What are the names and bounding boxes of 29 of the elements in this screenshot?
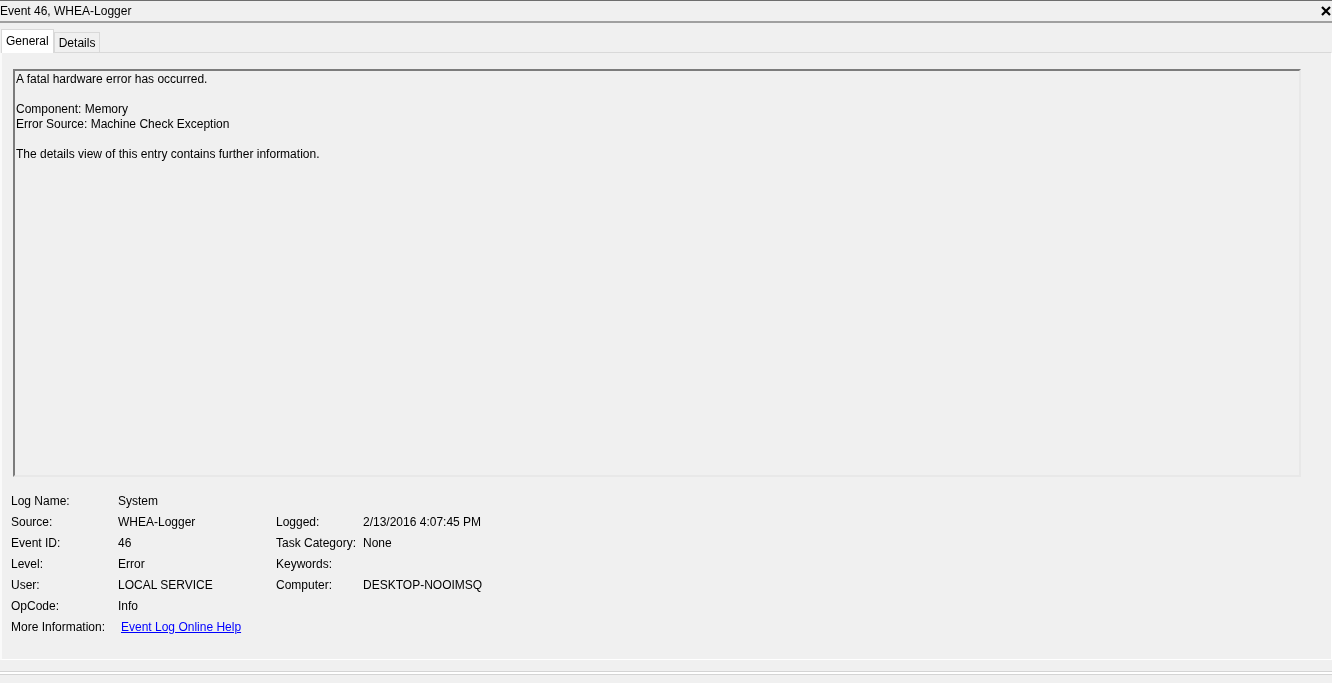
property-value: None — [363, 535, 392, 550]
description-text: A fatal hardware error has occurred. — [16, 72, 209, 87]
description-text: Component: Memory Error Source: Machine Check Exception — [16, 102, 231, 132]
property-label: Event ID: — [11, 535, 62, 550]
property-label: Keywords: — [276, 556, 334, 571]
description-text: The details view of this entry contains further information. — [16, 147, 321, 162]
property-label: More Information: — [11, 619, 107, 634]
property-label: OpCode: — [11, 598, 61, 613]
tab[interactable]: General — [1, 29, 54, 53]
property-value: DESKTOP-NOOIMSQ — [363, 577, 483, 592]
help-link[interactable]: Event Log Online Help — [121, 619, 242, 634]
property-value: Error — [118, 556, 145, 571]
property-value: WHEA-Logger — [118, 514, 196, 529]
property-value: System — [118, 493, 158, 508]
tab[interactable]: Details — [53, 32, 101, 52]
property-label: Log Name: — [11, 493, 71, 508]
description-box[interactable]: A fatal hardware error has occurred. Component: Memory Error Source: Machine Check Exception The details view of this entry contains further information. — [13, 69, 1301, 477]
property-value: Info — [118, 598, 138, 613]
window-title: Event 46, WHEA-Logger — [0, 3, 132, 19]
property-label: Level: — [11, 556, 45, 571]
property-label: Logged: — [276, 514, 321, 529]
property-value: LOCAL SERVICE — [118, 577, 213, 592]
property-label: Source: — [11, 514, 54, 529]
property-value: 2/13/2016 4:07:45 PM — [363, 514, 482, 529]
property-value: 46 — [118, 535, 132, 550]
close-icon[interactable] — [1321, 6, 1331, 16]
property-label: Task Category: — [276, 535, 358, 550]
property-label: User: — [11, 577, 41, 592]
property-label: Computer: — [276, 577, 334, 592]
